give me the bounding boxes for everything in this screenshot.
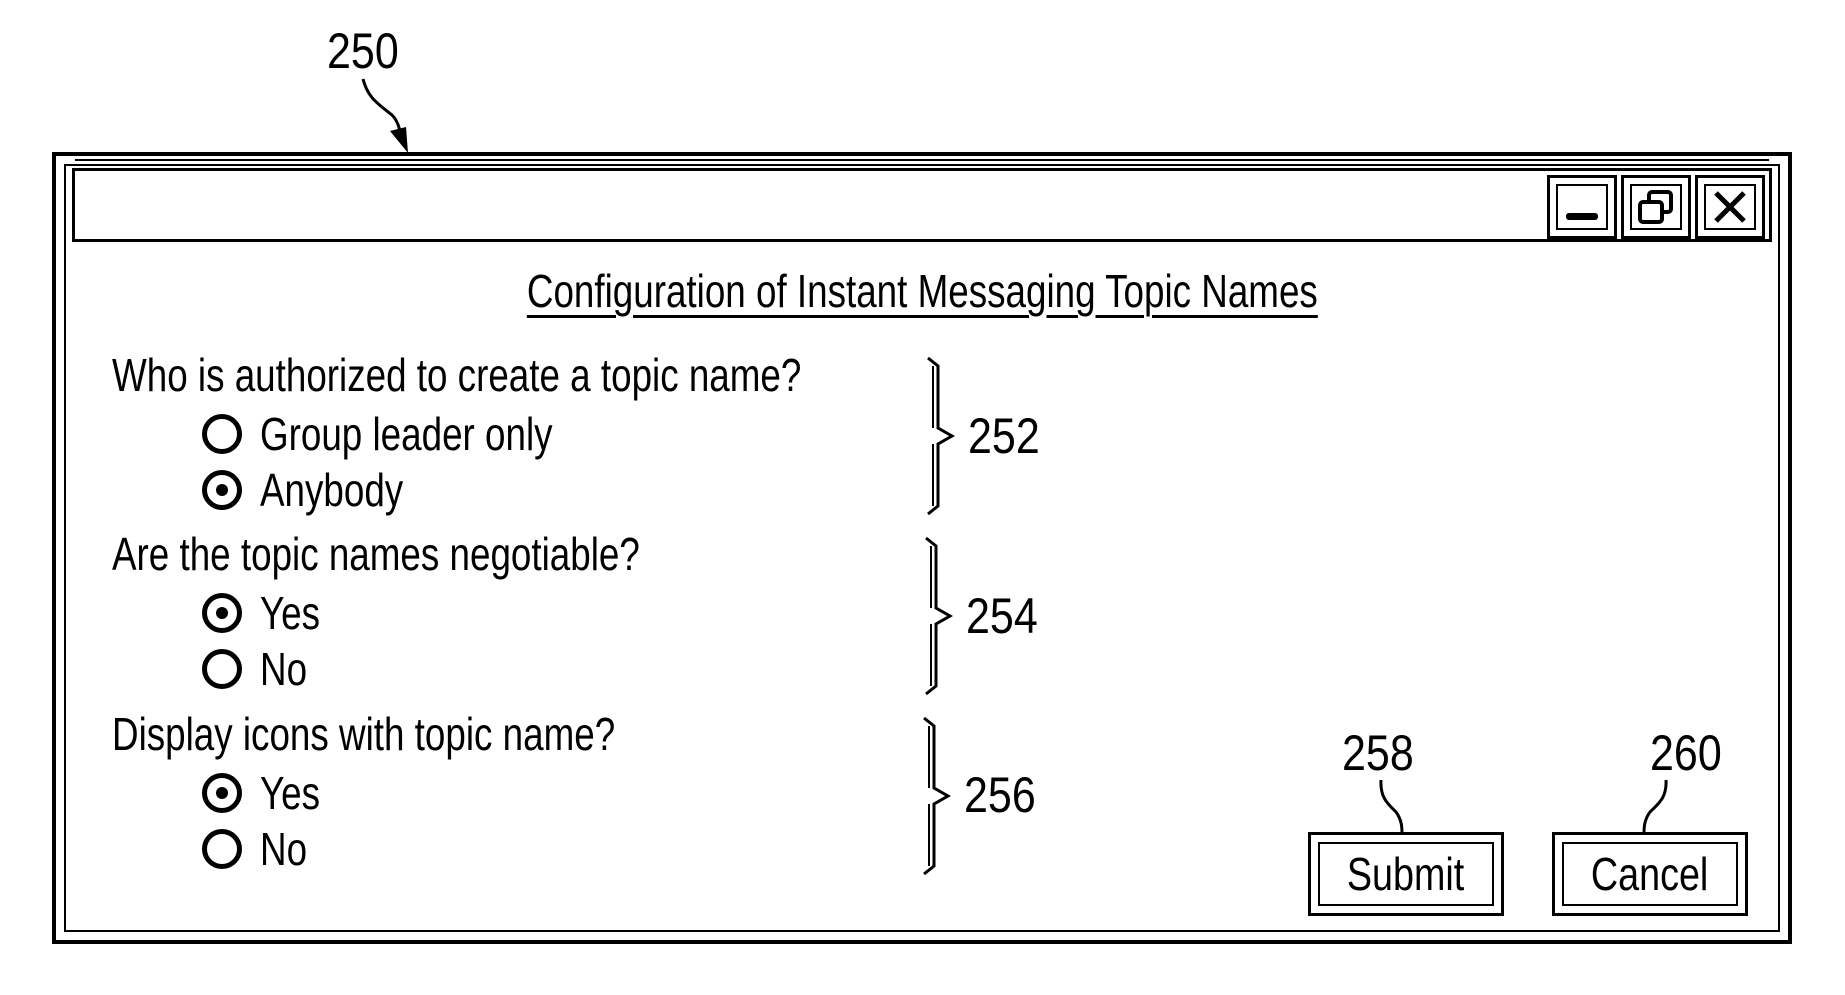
option-anybody[interactable]: Anybody bbox=[202, 465, 439, 515]
brace-256 bbox=[923, 716, 952, 876]
question-1: Who is authorized to create a topic name… bbox=[112, 349, 802, 401]
option-label: Yes bbox=[260, 587, 321, 639]
option-label: No bbox=[260, 823, 308, 875]
brace-254 bbox=[925, 536, 954, 696]
close-button[interactable] bbox=[1695, 175, 1765, 239]
brace-252 bbox=[927, 356, 956, 516]
option-negotiable-no[interactable]: No bbox=[202, 644, 319, 694]
close-icon bbox=[1714, 191, 1746, 223]
minimize-icon bbox=[1566, 213, 1598, 220]
restore-button[interactable] bbox=[1621, 175, 1691, 239]
restore-icon bbox=[1638, 190, 1673, 224]
ref-260-leader bbox=[1642, 779, 1668, 835]
ref-250-arrow bbox=[361, 78, 408, 153]
ref-256-label: 256 bbox=[964, 767, 1036, 823]
option-icons-yes[interactable]: Yes bbox=[202, 768, 335, 818]
radio-button-selected[interactable] bbox=[202, 593, 242, 633]
radio-button[interactable] bbox=[202, 649, 242, 689]
radio-button[interactable] bbox=[202, 414, 242, 454]
option-label: Yes bbox=[260, 767, 321, 819]
option-group-leader-only[interactable]: Group leader only bbox=[202, 409, 626, 459]
option-label: Anybody bbox=[260, 464, 404, 516]
radio-button[interactable] bbox=[202, 829, 242, 869]
ref-260-label: 260 bbox=[1650, 725, 1722, 781]
ref-252-label: 252 bbox=[968, 408, 1040, 464]
question-3: Display icons with topic name? bbox=[112, 708, 616, 760]
radio-button-selected[interactable] bbox=[202, 773, 242, 813]
ref-250-label: 250 bbox=[327, 23, 399, 79]
title-bar[interactable] bbox=[72, 159, 1772, 242]
option-label: Group leader only bbox=[260, 408, 553, 460]
dialog-title: Configuration of Instant Messaging Topic… bbox=[526, 265, 1318, 317]
option-icons-no[interactable]: No bbox=[202, 824, 319, 874]
ref-258-leader bbox=[1379, 779, 1404, 835]
radio-button-selected[interactable] bbox=[202, 470, 242, 510]
ref-258-label: 258 bbox=[1342, 725, 1414, 781]
cancel-button-label: Cancel bbox=[1591, 848, 1709, 900]
question-2: Are the topic names negotiable? bbox=[112, 528, 640, 580]
ref-254-label: 254 bbox=[966, 588, 1038, 644]
submit-button-label: Submit bbox=[1347, 848, 1465, 900]
minimize-button[interactable] bbox=[1547, 175, 1617, 239]
option-negotiable-yes[interactable]: Yes bbox=[202, 588, 335, 638]
cancel-button[interactable]: Cancel bbox=[1552, 832, 1748, 916]
config-window: Configuration of Instant Messaging Topic… bbox=[52, 152, 1792, 944]
submit-button[interactable]: Submit bbox=[1308, 832, 1504, 916]
option-label: No bbox=[260, 643, 308, 695]
